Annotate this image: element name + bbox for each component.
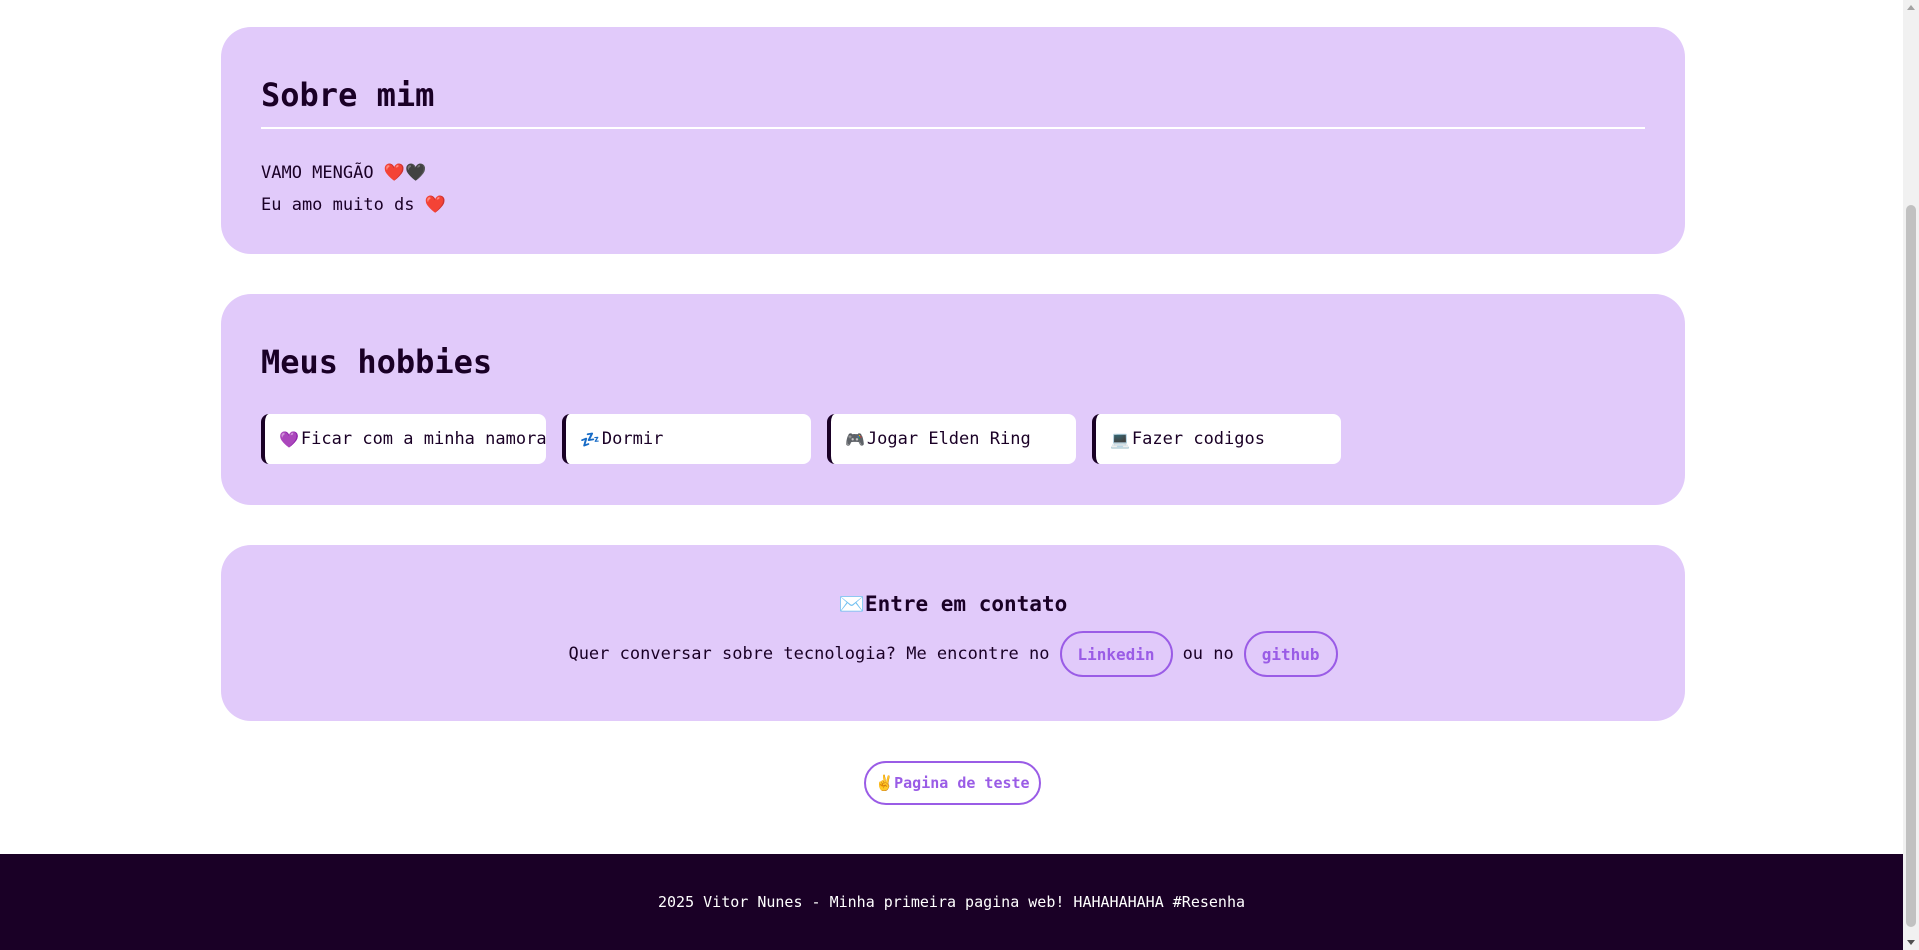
hobby-item: 💤 Dormir	[562, 414, 811, 464]
test-page-label: Pagina de teste	[894, 774, 1030, 792]
github-link[interactable]: github	[1243, 631, 1338, 677]
about-line-2: Eu amo muito ds ❤️	[261, 195, 446, 215]
sleep-icon: 💤	[580, 429, 600, 449]
about-title: Sobre mim	[261, 75, 1645, 129]
about-text: VAMO MENGÃO ❤️🖤 Eu amo muito ds ❤️	[261, 157, 1645, 221]
hobby-label: Fazer codigos	[1131, 429, 1265, 449]
hobby-item: 💜 Ficar com a minha namorada	[261, 414, 546, 464]
hobby-label: Dormir	[601, 429, 664, 449]
page: Sobre mim VAMO MENGÃO ❤️🖤 Eu amo muito d…	[0, 0, 1903, 950]
hobbies-section: Meus hobbies 💜 Ficar com a minha namorad…	[221, 294, 1685, 505]
victory-hand-icon: ✌️	[875, 774, 895, 792]
arrow-down-icon[interactable]	[1907, 940, 1915, 945]
game-controller-icon: 🎮	[845, 429, 865, 449]
contact-text-between: ou no	[1182, 644, 1234, 664]
contact-line: Quer conversar sobre tecnologia? Me enco…	[221, 631, 1685, 677]
vertical-scrollbar[interactable]	[1903, 0, 1919, 950]
hobby-label: Ficar com a minha namorada	[300, 429, 546, 449]
contact-section: ✉️Entre em contato Quer conversar sobre …	[221, 545, 1685, 721]
contact-title: ✉️Entre em contato	[221, 589, 1685, 619]
hobby-list: 💜 Ficar com a minha namorada 💤 Dormir 🎮 …	[261, 414, 1645, 464]
purple-heart-icon: 💜	[279, 429, 299, 449]
test-page-button[interactable]: ✌️ Pagina de teste	[864, 761, 1041, 805]
footer: 2025 Vitor Nunes - Minha primeira pagina…	[0, 854, 1903, 950]
about-section: Sobre mim VAMO MENGÃO ❤️🖤 Eu amo muito d…	[221, 27, 1685, 254]
hobby-item: 🎮 Jogar Elden Ring	[827, 414, 1076, 464]
contact-title-text: Entre em contato	[864, 592, 1068, 616]
hobby-label: Jogar Elden Ring	[866, 429, 1031, 449]
contact-text-before: Quer conversar sobre tecnologia? Me enco…	[568, 644, 1050, 664]
footer-text: 2025 Vitor Nunes - Minha primeira pagina…	[658, 893, 1245, 911]
hobbies-title: Meus hobbies	[261, 343, 493, 381]
scrollbar-thumb[interactable]	[1906, 205, 1916, 927]
arrow-up-icon[interactable]	[1907, 5, 1915, 10]
about-line-1: VAMO MENGÃO ❤️🖤	[261, 163, 427, 183]
laptop-icon: 💻	[1110, 429, 1130, 449]
envelope-icon: ✉️	[838, 592, 865, 616]
linkedin-link[interactable]: Linkedin	[1059, 631, 1173, 677]
hobby-item: 💻 Fazer codigos	[1092, 414, 1341, 464]
